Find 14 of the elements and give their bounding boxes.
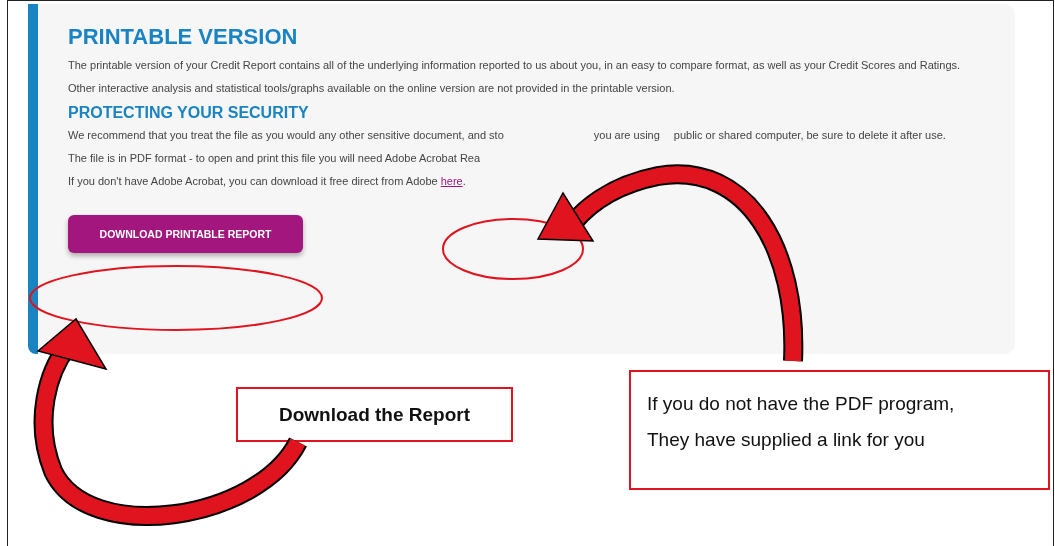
paragraph: The printable version of your Credit Report contains all of the underlying information reported to us about you, in an easy to compare format, as well as your Credit Scores and Ratings. <box>68 58 962 73</box>
callout-box: If you do not have the PDF program, They have supplied a link for you <box>629 370 1050 490</box>
section-subtitle: PROTECTING YOUR SECURITY <box>68 104 310 122</box>
paragraph: Other interactive analysis and statistical tools/graphs available on the online version are not provided in the printable version. <box>68 81 676 96</box>
paragraph: The file is in PDF format - to open and print this file you will need Adobe Acrobat Rea <box>68 151 482 166</box>
callout-box: Download the Report <box>236 387 513 442</box>
period-text: . <box>462 175 466 187</box>
paragraph: If you don't have Adobe Acrobat, you can download it free direct from Adobe <box>68 175 438 187</box>
section-title: PRINTABLE VERSION <box>68 24 299 50</box>
download-report-button[interactable]: DOWNLOAD PRINTABLE REPORT <box>68 215 303 253</box>
paragraph-fragment: We recommend that you treat the file as you would any other sensitive document, and sto <box>68 129 504 141</box>
here-link[interactable]: here <box>440 175 463 187</box>
paragraph-fragment: public or shared computer, be sure to delete it after use. <box>673 129 946 141</box>
paragraph-fragment: you are using <box>593 129 660 141</box>
